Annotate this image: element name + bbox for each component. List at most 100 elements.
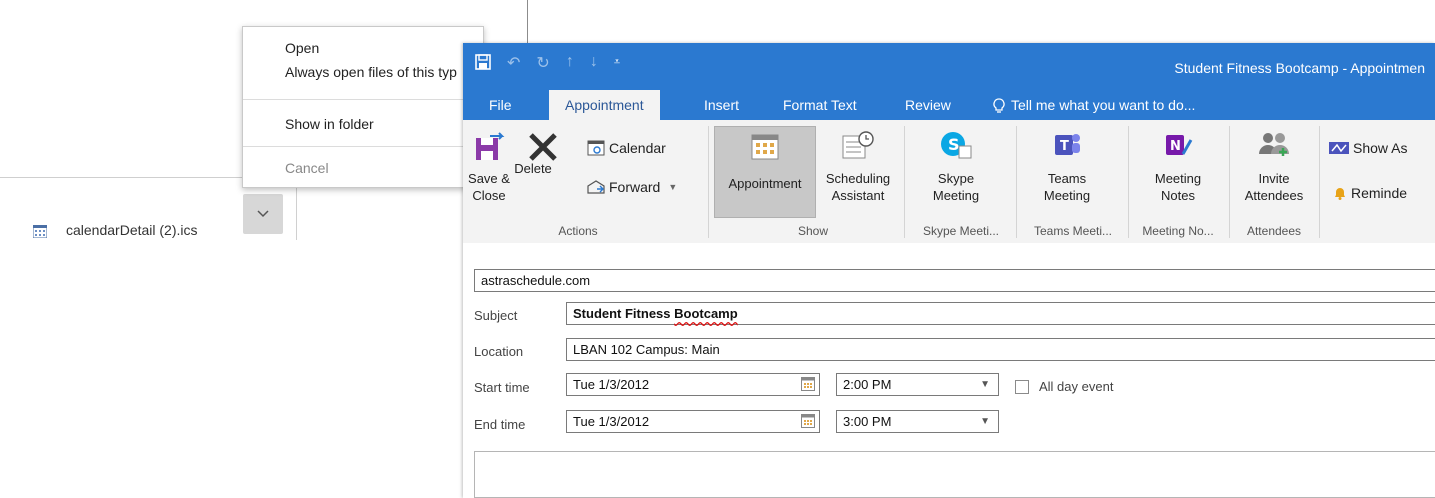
scheduling-icon: [842, 131, 874, 159]
tell-me-search[interactable]: Tell me what you want to do...: [989, 90, 1199, 120]
menu-item-open[interactable]: Open: [285, 40, 319, 56]
down-arrow-icon[interactable]: ↓: [590, 53, 598, 73]
start-time-label: Start time: [474, 380, 530, 395]
calendar-file-icon: [33, 225, 47, 238]
end-time-label: End time: [474, 417, 526, 432]
menu-item-cancel[interactable]: Cancel: [285, 160, 329, 176]
calendar-picker-icon[interactable]: [801, 414, 815, 428]
appointment-label: Appointment: [728, 176, 802, 191]
delete-button[interactable]: Delete: [513, 130, 573, 177]
save-close-icon: [476, 132, 505, 160]
skype-icon: S: [941, 132, 972, 159]
calendar-button[interactable]: Calendar: [587, 140, 666, 156]
lightbulb-icon: [993, 97, 1005, 113]
appointment-icon: [751, 134, 779, 160]
subject-misspelled-word: Bootcamp: [674, 306, 738, 321]
organizer-field[interactable]: astraschedule.com: [474, 269, 1435, 292]
save-icon[interactable]: [475, 54, 491, 70]
customize-toolbar-icon[interactable]: ⩡: [614, 56, 620, 73]
end-time-text: 3:00 PM: [843, 414, 892, 429]
onenote-icon: N: [1166, 135, 1193, 155]
meeting-notes-button[interactable]: N Meeting Notes: [1138, 130, 1218, 204]
start-time-text: 2:00 PM: [843, 377, 892, 392]
download-file-name[interactable]: calendarDetail (2).ics: [66, 222, 198, 238]
tab-insert[interactable]: Insert: [700, 90, 743, 120]
delete-x-icon: [529, 133, 557, 161]
svg-text:N: N: [1170, 139, 1181, 154]
group-separator: [1229, 126, 1230, 238]
start-date-input[interactable]: Tue 1/3/2012: [566, 373, 820, 396]
ribbon: Save & Close Delete Calendar Forward ▼ A…: [463, 120, 1435, 244]
appointment-body-editor[interactable]: [474, 451, 1435, 498]
forward-label: Forward: [609, 179, 661, 195]
show-as-button[interactable]: Show As: [1329, 140, 1407, 156]
all-day-label: All day event: [1039, 379, 1114, 394]
end-date-input[interactable]: Tue 1/3/2012: [566, 410, 820, 433]
outlook-appointment-window: ↶ ↻ ↑ ↓ ⩡ Student Fitness Bootcamp - App…: [463, 43, 1435, 498]
end-date-text: Tue 1/3/2012: [573, 414, 650, 429]
forward-button[interactable]: Forward ▼: [587, 179, 677, 195]
show-as-icon: [1329, 142, 1349, 154]
group-separator: [1128, 126, 1129, 238]
ribbon-tabs: File Appointment Insert Format Text Revi…: [463, 90, 1435, 120]
skype-label: Skype Meeting: [932, 171, 980, 203]
reminder-button[interactable]: Reminde: [1333, 185, 1407, 201]
group-label-teams: Teams Meeti...: [1033, 224, 1113, 238]
all-day-checkbox[interactable]: [1015, 380, 1029, 394]
skype-meeting-button[interactable]: S Skype Meeting: [918, 130, 994, 204]
location-input[interactable]: LBAN 102 Campus: Main: [566, 338, 1435, 361]
window-title: Student Fitness Bootcamp - Appointmen: [1174, 60, 1425, 76]
tab-review[interactable]: Review: [901, 90, 955, 120]
subject-input[interactable]: Student Fitness Bootcamp: [566, 302, 1435, 325]
tab-file[interactable]: File: [485, 90, 516, 120]
chevron-down-icon: ▼: [980, 416, 990, 427]
undo-icon[interactable]: ↶: [507, 53, 520, 73]
show-as-label: Show As: [1353, 140, 1408, 156]
group-label-show: Show: [797, 224, 829, 238]
reminder-label: Reminde: [1351, 185, 1408, 201]
title-bar: ↶ ↻ ↑ ↓ ⩡ Student Fitness Bootcamp - App…: [463, 43, 1435, 93]
tab-format-text[interactable]: Format Text: [779, 90, 861, 120]
redo-icon[interactable]: ↻: [536, 53, 549, 73]
tab-appointment[interactable]: Appointment: [549, 90, 660, 120]
calendar-small-icon: [587, 140, 605, 156]
download-options-button[interactable]: [243, 194, 283, 234]
up-arrow-icon[interactable]: ↑: [566, 53, 574, 73]
group-separator: [904, 126, 905, 238]
menu-separator: [243, 99, 483, 100]
menu-item-always-open[interactable]: Always open files of this typ: [285, 64, 457, 80]
chevron-down-icon: ▼: [980, 379, 990, 390]
bell-icon: [1335, 188, 1345, 200]
start-time-select[interactable]: 2:00 PM ▼: [836, 373, 999, 396]
calendar-picker-icon[interactable]: [801, 377, 815, 391]
attendees-icon: [1259, 133, 1289, 156]
menu-item-show-in-folder[interactable]: Show in folder: [285, 116, 374, 132]
group-separator: [1016, 126, 1017, 238]
location-label: Location: [474, 344, 524, 359]
end-time-select[interactable]: 3:00 PM ▼: [836, 410, 999, 433]
notes-label: Meeting Notes: [1154, 171, 1202, 203]
calendar-label: Calendar: [609, 140, 666, 156]
invite-attendees-button[interactable]: Invite Attendees: [1236, 130, 1312, 204]
tell-me-text: Tell me what you want to do...: [1011, 97, 1196, 113]
download-context-menu: Open Always open files of this typ Show …: [242, 26, 484, 188]
subject-text: Student Fitness: [573, 306, 675, 321]
subject-label: Subject: [474, 308, 518, 323]
scheduling-assistant-button[interactable]: Scheduling Assistant: [818, 130, 898, 204]
menu-separator: [243, 146, 483, 147]
appointment-view-button[interactable]: Appointment: [714, 126, 816, 218]
chevron-down-icon: [257, 210, 269, 218]
forward-dropdown-icon[interactable]: ▼: [668, 182, 677, 192]
group-label-actions: Actions: [558, 224, 598, 238]
group-label-skype: Skype Meeti...: [922, 224, 1000, 238]
svg-text:S: S: [948, 135, 960, 154]
quick-access-toolbar: ↶ ↻ ↑ ↓ ⩡: [475, 53, 620, 73]
start-date-text: Tue 1/3/2012: [573, 377, 650, 392]
teams-meeting-button[interactable]: T Teams Meeting: [1029, 130, 1105, 204]
scheduling-label: Scheduling Assistant: [825, 171, 891, 203]
forward-icon: [587, 180, 605, 194]
group-label-notes: Meeting No...: [1142, 224, 1214, 238]
appointment-form: astraschedule.com Subject Student Fitnes…: [463, 243, 1435, 498]
svg-text:T: T: [1060, 139, 1069, 154]
group-separator: [1319, 126, 1320, 238]
